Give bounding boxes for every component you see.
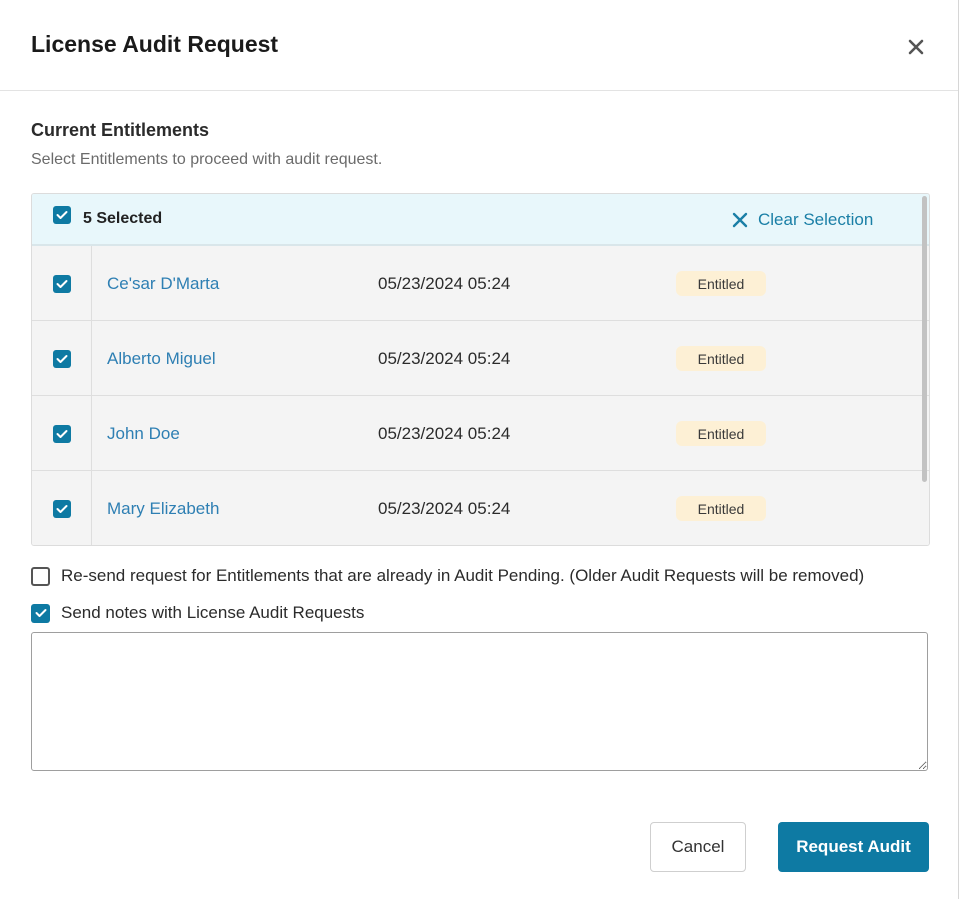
row-checkbox-cell <box>32 321 92 395</box>
close-icon <box>732 212 748 228</box>
row-checkbox-cell <box>32 246 92 320</box>
entitlements-table: 5 Selected Clear Selection Ce'sar D'Mart… <box>31 193 930 546</box>
clear-selection-button[interactable]: Clear Selection <box>732 209 873 231</box>
dialog-title: License Audit Request <box>31 31 279 57</box>
status-badge: Entitled <box>676 271 766 296</box>
status-badge: Entitled <box>676 421 766 446</box>
check-icon <box>56 430 68 438</box>
row-date: 05/23/2024 05:24 <box>378 424 511 443</box>
row-name-link[interactable]: Alberto Miguel <box>107 349 216 369</box>
row-name-link[interactable]: John Doe <box>107 424 180 444</box>
row-checkbox[interactable] <box>53 500 71 518</box>
send-notes-checkbox[interactable] <box>31 603 50 623</box>
send-notes-option[interactable]: Send notes with License Audit Requests <box>31 603 364 623</box>
send-notes-label: Send notes with License Audit Requests <box>61 603 365 622</box>
check-icon <box>35 609 46 617</box>
cancel-button[interactable]: Cancel <box>650 822 746 872</box>
resend-checkbox[interactable] <box>31 566 50 586</box>
check-icon <box>56 505 68 513</box>
status-badge: Entitled <box>676 346 766 371</box>
row-date: 05/23/2024 05:24 <box>378 499 511 518</box>
section-subtitle: Select Entitlements to proceed with audi… <box>31 151 383 168</box>
notes-textarea[interactable] <box>31 632 928 771</box>
table-header: 5 Selected Clear Selection <box>32 194 929 246</box>
row-date: 05/23/2024 05:24 <box>378 349 511 368</box>
row-checkbox[interactable] <box>53 350 71 368</box>
check-icon <box>56 211 68 219</box>
status-badge: Entitled <box>676 496 766 521</box>
table-row: John Doe 05/23/2024 05:24 Entitled <box>32 396 929 471</box>
row-name-link[interactable]: Ce'sar D'Marta <box>107 274 219 294</box>
row-checkbox-cell <box>32 396 92 470</box>
select-all-checkbox[interactable] <box>53 206 71 224</box>
close-icon[interactable] <box>905 36 927 58</box>
resend-label: Re-send request for Entitlements that ar… <box>61 566 865 585</box>
request-audit-button[interactable]: Request Audit <box>778 822 929 872</box>
table-scrollbar[interactable] <box>922 196 927 482</box>
row-checkbox-cell <box>32 471 92 545</box>
row-checkbox[interactable] <box>53 425 71 443</box>
clear-selection-label: Clear Selection <box>758 210 874 229</box>
check-icon <box>56 355 68 363</box>
table-row: Alberto Miguel 05/23/2024 05:24 Entitled <box>32 321 929 396</box>
row-date: 05/23/2024 05:24 <box>378 274 511 293</box>
resend-option[interactable]: Re-send request for Entitlements that ar… <box>31 566 864 586</box>
section-title: Current Entitlements <box>31 120 210 140</box>
table-row: Mary Elizabeth 05/23/2024 05:24 Entitled <box>32 471 929 545</box>
table-row: Ce'sar D'Marta 05/23/2024 05:24 Entitled <box>32 246 929 321</box>
row-checkbox[interactable] <box>53 275 71 293</box>
dialog-header: License Audit Request <box>0 0 958 91</box>
row-name-link[interactable]: Mary Elizabeth <box>107 499 219 519</box>
selected-count: 5 Selected <box>83 210 163 227</box>
check-icon <box>56 280 68 288</box>
license-audit-dialog: License Audit Request Current Entitlemen… <box>0 0 959 899</box>
